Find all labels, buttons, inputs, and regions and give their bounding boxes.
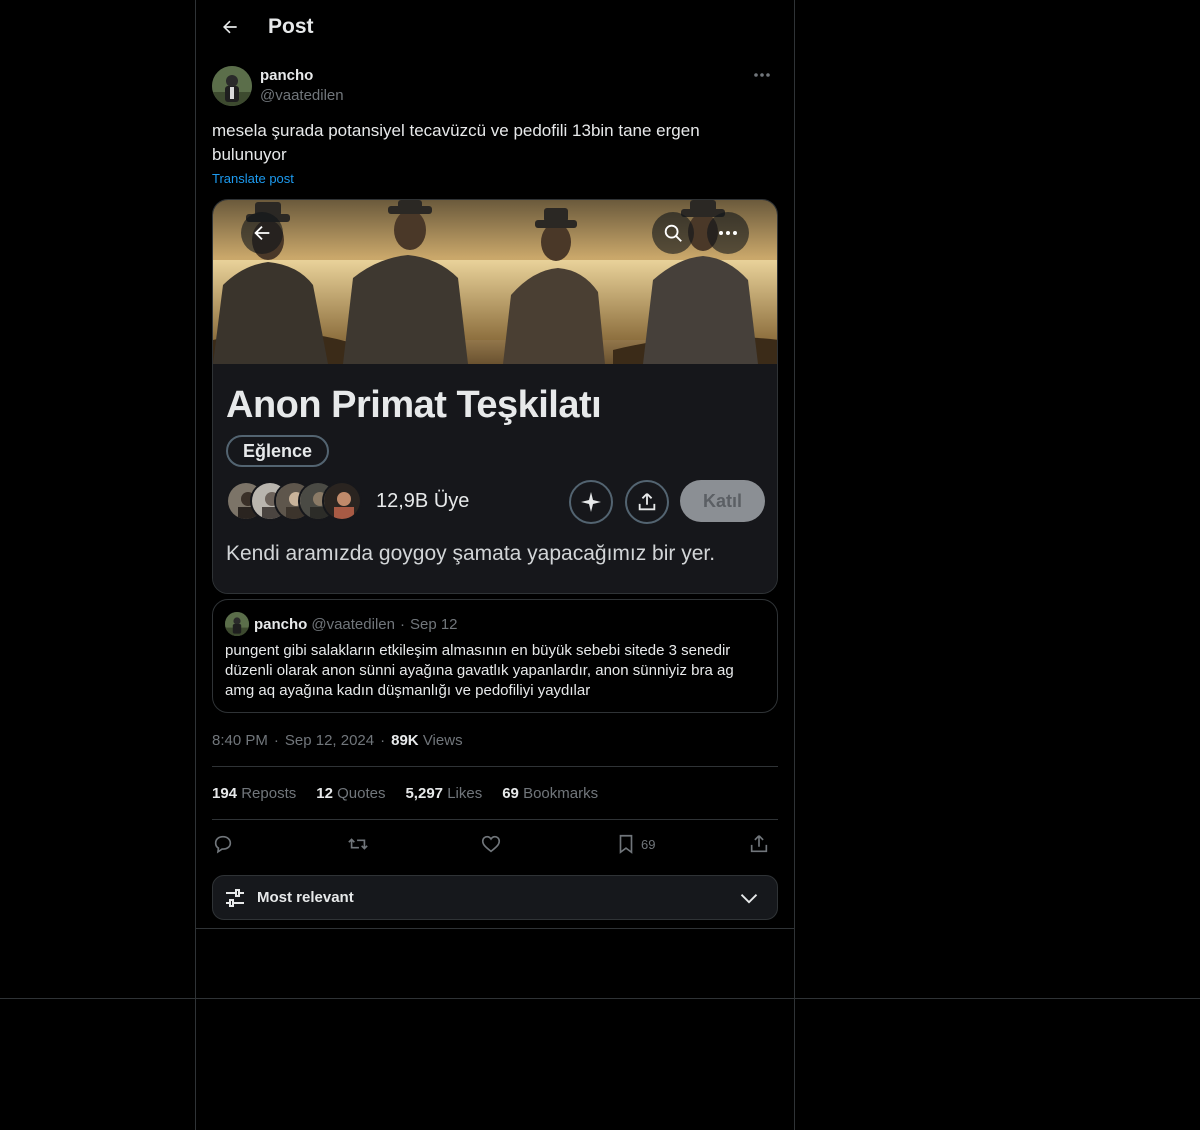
post-text: mesela şurada potansiyel tecavüzcü ve pe… [212,121,700,164]
avatar[interactable] [212,66,252,106]
member-row: 12,9B Üye [226,480,469,522]
quote-author-name: pancho [254,615,308,633]
repost-icon [348,838,368,850]
join-button: Katıl [680,480,765,522]
banner-more-button [707,212,749,254]
sort-label: Most relevant [257,889,354,906]
translate-link[interactable]: Translate post [212,171,294,187]
member-avatar [322,481,362,521]
post-time[interactable]: 8:40 PM [212,732,268,749]
chevron-down-icon [740,894,758,904]
page-header: Post [196,0,794,54]
community-description: Kendi aramızda goygoy şamata yapacağımız… [226,542,716,565]
back-button[interactable] [212,9,248,45]
community-card: Anon Primat Teşkilatı Eğlence 12,9B Üye … [213,364,777,593]
bookmark-button[interactable]: 69 [615,829,655,859]
reply-icon [214,835,232,854]
share-icon [750,835,768,853]
search-icon [664,224,682,242]
views-label: Views [422,732,463,749]
heart-icon [481,835,501,853]
engagement-stats: 194 Reposts 12 Quotes 5,297 Likes 69 Boo… [212,784,618,804]
quote-text: pungent gibi salakların etkileşim alması… [225,642,734,699]
community-banner [213,200,777,364]
views-count: 89K [391,732,419,749]
reply-sort-dropdown[interactable]: Most relevant [212,875,778,920]
community-category: Eğlence [226,435,330,467]
sparkle-icon [581,492,601,512]
reposts-stat[interactable]: 194 Reposts [212,784,296,804]
column-border-left [195,0,196,1130]
column-border-right [794,0,795,1130]
more-icon [754,73,770,77]
post-date[interactable]: Sep 12, 2024 [285,732,374,749]
likes-stat[interactable]: 5,297 Likes [405,784,482,804]
more-options-button[interactable] [746,65,778,85]
repost-button[interactable] [346,829,370,859]
reply-button[interactable] [212,829,234,859]
page-title: Post [268,15,314,38]
action-bar: 69 [212,829,778,859]
community-share-button [625,480,669,524]
arrow-left-icon [223,20,237,34]
like-button[interactable] [480,829,502,859]
share-icon [638,493,656,511]
quote-separator: · [399,615,405,633]
bookmark-icon [619,834,633,854]
community-sparkle-button [569,480,613,524]
quotes-stat[interactable]: 12 Quotes [316,784,385,804]
page-divider [0,998,1200,999]
author-name[interactable]: pancho [260,66,344,86]
quoted-post[interactable]: pancho @vaatedilen · Sep 12 pungent gibi… [212,599,778,713]
author-handle[interactable]: @vaatedilen [260,86,344,106]
divider [212,766,778,767]
community-name: Anon Primat Teşkilatı [226,384,602,426]
divider [212,819,778,820]
banner-back-button [241,212,283,254]
filter-icon [226,888,244,907]
arrow-left-icon [254,225,270,241]
avatar [225,612,249,636]
more-icon [719,231,737,235]
bookmark-count: 69 [641,836,656,852]
member-count: 12,9B Üye [376,489,470,512]
post-author: pancho @vaatedilen [212,65,778,107]
banner-search-button [652,212,694,254]
column-divider [196,928,794,929]
quote-date: Sep 12 [409,615,458,633]
post-metadata: 8:40 PM · Sep 12, 2024 · 89K Views [212,732,463,749]
post-column: Post pancho @vaatedilen mesela şurada po… [196,0,794,920]
quote-author-handle: @vaatedilen [311,615,395,633]
bookmarks-stat[interactable]: 69 Bookmarks [502,784,598,804]
share-button[interactable] [748,829,770,859]
post-media-image[interactable]: Anon Primat Teşkilatı Eğlence 12,9B Üye … [212,199,778,594]
